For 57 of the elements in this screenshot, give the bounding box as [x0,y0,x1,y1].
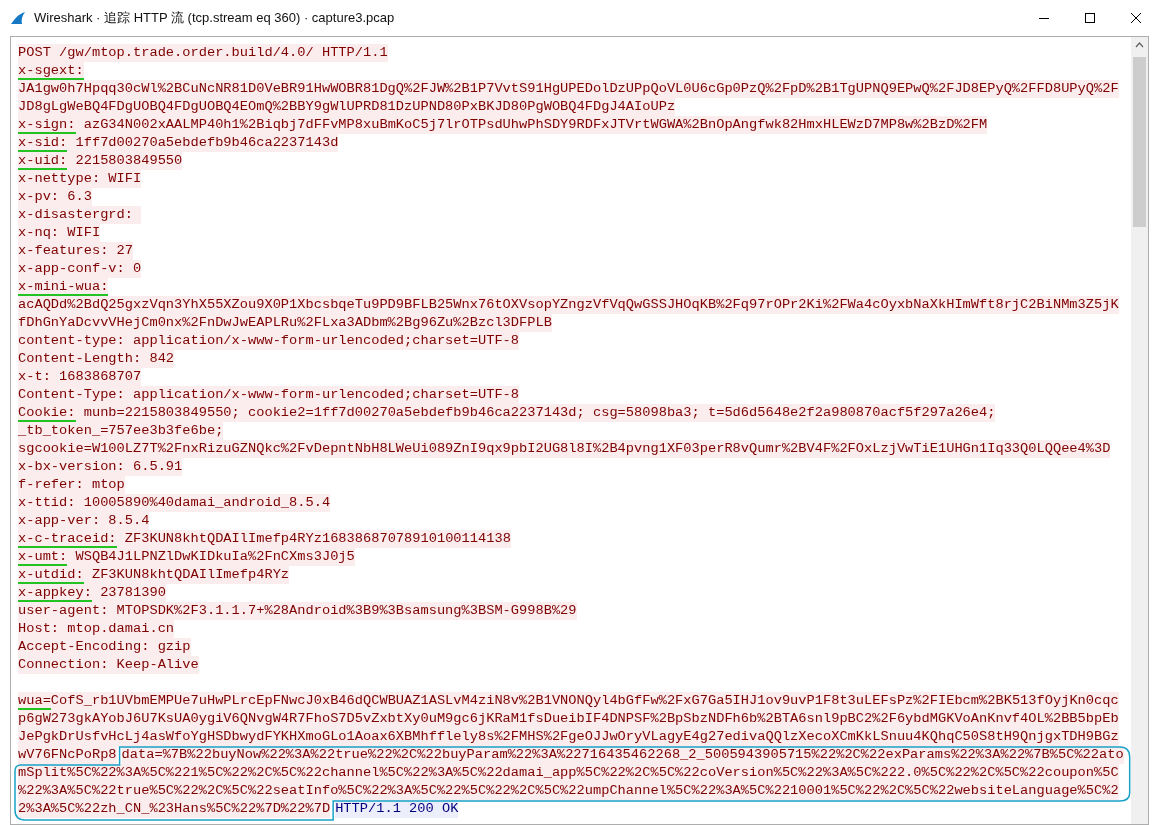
stream-text: JePgkDrUsfvHcLj4asWfoYgHSDbwydFYKHXmoGLo1Aoax6XBMhfflely8s%2FMHS%2FgeOJJwOryVLagyE4g27edivaQQlzXecoXCmKkLSnuu4KQhqC50S8tH9QnjgxTDH9BGz [18,728,1119,746]
stream-text: Host: mtop.damai.cn [18,620,175,638]
stream-text: JD8gLgWeBQ4FDgUOBQ4FDgUOBQ4EOmQ%2BBY9gWlUPRD81DzUPND80PxBKJD80PgWOBQ4FDgJ4AIoUPz [18,98,676,116]
stream-text: x-uid: [18,152,68,170]
stream-text: x-t: 1683868707 [18,368,142,386]
stream-text: x-pv: 6.3 [18,188,92,206]
stream-text: 2%3A%5C%22zh_CN_%23Hans%5C%22%7D%22%7D [18,800,331,818]
stream-text: x-nq: WIFI [18,224,101,242]
stream-text: Accept-Encoding: gzip [18,638,191,656]
stream-text: Content-Length: 842 [18,350,175,368]
stream-text: POST /gw/mtop.trade.order.build/4.0/ HTTP/1.1 [18,44,388,62]
scrollbar-thumb[interactable] [1133,57,1146,227]
stream-text: p6gW273gkAYobJ6U7KsUA0ygiV6QNvgW4R7FhoS7D5vZxbtXy0uM9gc6jKRaM1fsDueibIF4DNPSF%2BpSbzNDFh6b%2BTA6snl9pBC2%2F6ybdMGKVoAnKnvf4OL%2BB5bpEb [18,710,1119,728]
stream-text: f-refer: mtop [18,476,125,494]
stream-text: JA1gw0h7Hpqq30cWl%2BCuNcNR81D0VeBR91HwWOBR81DgQ%2FJW%2B1P7VvtS91HgUPEDolDzUPpQoVL0U6cGp0PzQ%2FpD%2B1TgUPNQ9EPwQ%2FJD8EPyQ%2FFD8UPyQ%2F [18,80,1119,98]
stream-text: x-sgext: [18,62,84,80]
stream-text: munb=2215803849550; cookie2=1ff7d00270a5ebdefb9b46ca2237143d; csg=58098ba3; t=5d6d5648e2f2a980870acf5f297a26e4; [75,404,996,422]
stream-text: 1ff7d00270a5ebdefb9b46ca2237143d [67,134,339,152]
stream-text: azG34N002xAALMP40h1%2Biqbj7dFFvMP8xuBmKoC5j7lrOTPsdUhwPhSDY9RDFxJTVrtWGWA%2BnOpAngfwk82HmxHLEWzD7MP8w%2BzD%2FM [75,116,988,134]
stream-text: %22%3A%5C%22true%5C%22%2C%5C%22seatInfo%5C%22%3A%5C%22%5C%22%2C%5C%22umpChannel%5C%22%3A%5C%2210001%5C%22%2C%5C%22websiteLanguage%5C%2 [18,782,1119,800]
stream-text: x-appkey: [18,584,92,602]
stream-text: x-app-conf-v: 0 [18,260,142,278]
stream-text: x-disastergrd: [18,206,142,224]
stream-text: ZF3KUN8khtQDAIlImefp4RYz16838687078910100114138 [116,530,511,548]
stream-text: content-type: application/x-www-form-urlencoded;charset=UTF-8 [18,332,520,350]
stream-text: wV76FNcPoRp8 [18,746,117,764]
stream-text: x-umt: [18,548,68,566]
stream-text: CofS_rb1UVbmEMPUe7uHwPLrcEpFNwcJ0xB46dQCWBUAZ1ASLvM4ziN8v%2B1VNONQyl4bGfFw%2FxG7Ga5IHJ1ov9uvP1F8t3uLEFsPz%2FIEbcm%2BK513fOyjKn0cqc [50,692,1119,710]
stream-text: ZF3KUN8khtQDAIlImefp4RYz [83,566,290,584]
close-icon [1131,13,1141,23]
stream-text: sgcookie=W100LZ7T%2FnxRizuGZNQkc%2FvDepntNbH8LWeUi089ZnI9qx9pbI2UG8l8I%2B4pvng1XF03perR8vQumr%2BV4F%2FOxLzjVwTiE1UHGn1Iq33Q0LQQee4%3D [18,440,1111,458]
stream-text: acAQDd%2BdQ25gxzVqn3YhX55XZou9X0P1XbcsbqeTu9PD9BFLB25Wnx76tOXVsopYZngzVfVqQwGSSJHOqKB%2Fq97rOPr2Ki%2FWa4cOyxbNaXkHImWft8rjC2BiNMm3Z5jK [18,296,1119,314]
stream-text: wua= [18,692,51,710]
stream-text: x-sid: [18,134,68,152]
stream-text: x-utdid: [18,566,84,584]
stream-text: user-agent: MTOPSDK%2F3.1.1.7+%28Android%3B9%3Bsamsung%3BSM-G998B%29 [18,602,577,620]
stream-text: x-features: 27 [18,242,133,260]
app-logo-icon [10,11,26,25]
stream-text: x-nettype: WIFI [18,170,142,188]
stream-text: 2215803849550 [67,152,183,170]
stream-text: x-bx-version: 6.5.91 [18,458,183,476]
stream-text: Content-Type: application/x-www-form-urlencoded;charset=UTF-8 [18,386,520,404]
window-title: Wireshark · 追踪 HTTP 流 (tcp.stream eq 360) · capture3.pcap [34,9,396,28]
stream-text: 23781390 [91,584,166,602]
stream-text: Connection: Keep-Alive [18,656,199,674]
stream-text: x-app-ver: 8.5.4 [18,512,150,530]
stream-text: x-sign: [18,116,76,134]
stream-text: fDhGnYaDcvvVHejCm0nx%2FnDwJwEAPLRu%2FLxa3ADbm%2Bg96Zu%2Bzcl3DFPLB [18,314,552,332]
stream-text: mSplit%5C%22%3A%5C%221%5C%22%2C%5C%22channel%5C%22%3A%5C%22damai_app%5C%22%2C%5C%22coVersion%5C%22%3A%5C%222.0%5C%22%2C%5C%22coupon%5C [18,764,1119,782]
stream-text: x-ttid: 10005890%40damai_android_8.5.4 [18,494,331,512]
stream-text: x-mini-wua: [18,278,109,296]
scrollbar[interactable] [1131,37,1148,824]
stream-text: x-c-traceid: [18,530,117,548]
stream-text: Cookie: [18,404,76,422]
stream-text: WSQB4J1LPNZlDwKIDkuIa%2FnCXms3J0j5 [67,548,355,566]
stream-text: _tb_token_=757ee3b3fe6be; [18,422,224,440]
maximize-icon [1085,13,1095,23]
